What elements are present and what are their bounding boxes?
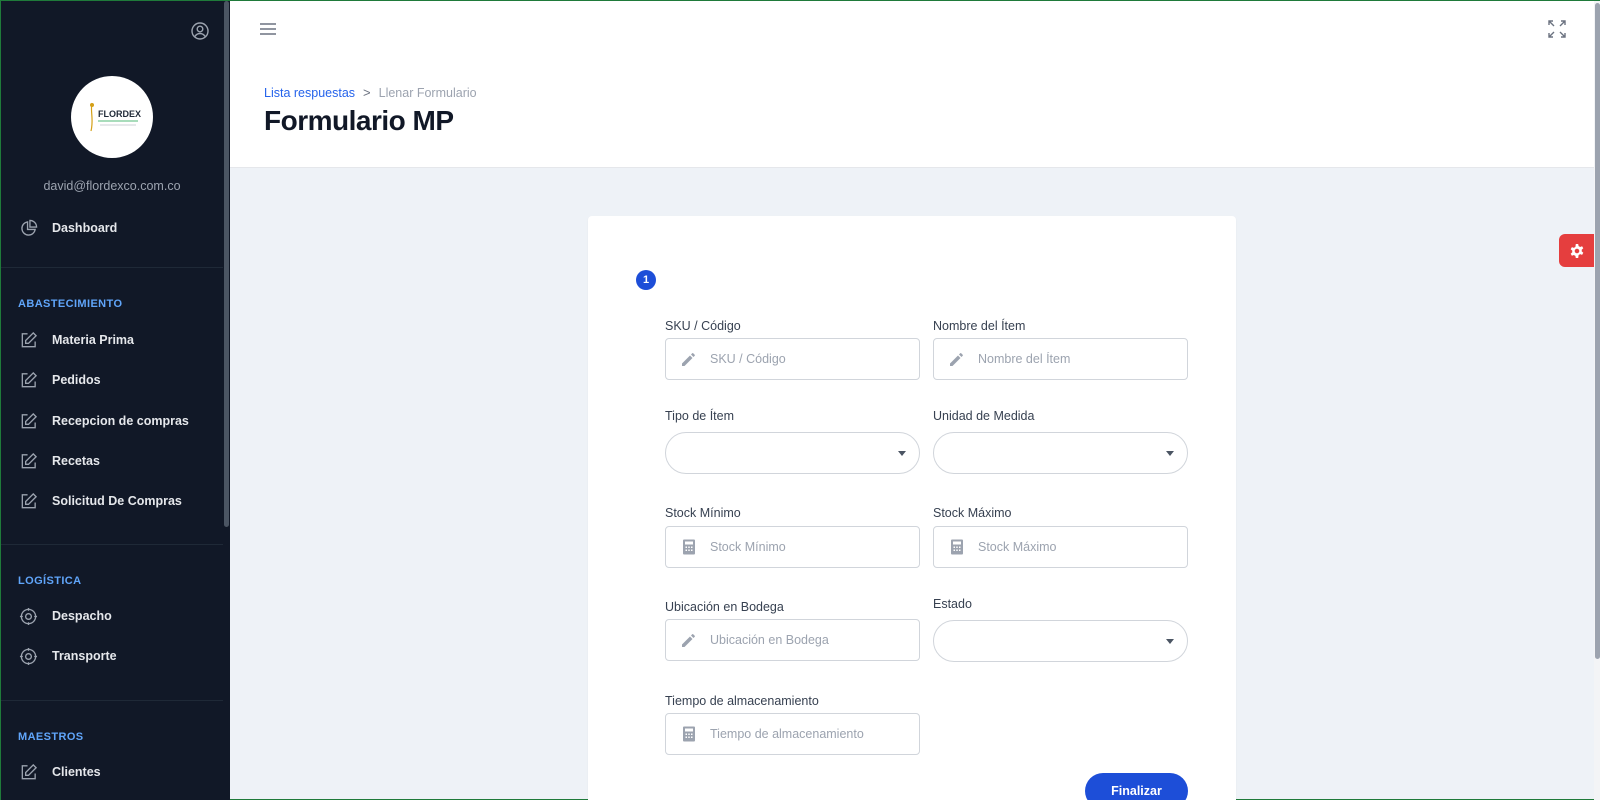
sidebar-item-despacho[interactable]: Despacho — [19, 604, 112, 628]
sku-input[interactable] — [710, 352, 910, 366]
breadcrumb-separator: > — [363, 85, 371, 100]
step-badge: 1 — [636, 270, 656, 290]
sidebar-item-label: Pedidos — [52, 373, 101, 387]
edit-square-icon — [21, 763, 38, 779]
sku-field[interactable] — [665, 338, 920, 380]
stock-min-label: Stock Mínimo — [665, 506, 741, 520]
edit-square-icon — [21, 452, 38, 468]
pencil-icon — [682, 634, 695, 647]
calculator-icon — [951, 539, 963, 555]
sidebar-item-materia-prima[interactable]: Materia Prima — [19, 328, 134, 352]
sidebar-item-label: Dashboard — [52, 221, 118, 235]
tiempo-field[interactable] — [665, 713, 920, 755]
pie-chart-icon — [21, 219, 38, 236]
calculator-icon — [683, 726, 695, 742]
sidebar-item-transporte[interactable]: Transporte — [19, 644, 117, 668]
sidebar-divider — [1, 267, 223, 268]
cog-icon — [19, 607, 38, 625]
chevron-down-icon — [898, 451, 906, 456]
pencil-icon — [950, 353, 963, 366]
chevron-down-icon — [1166, 639, 1174, 644]
edit-square-icon — [21, 331, 38, 347]
tipo-label: Tipo de Ítem — [665, 409, 735, 423]
unidad-label: Unidad de Medida — [933, 409, 1035, 423]
finalizar-button[interactable]: Finalizar — [1085, 773, 1188, 800]
sidebar-item-clientes[interactable]: Clientes — [19, 760, 101, 784]
edit-square-icon — [21, 412, 38, 428]
nombre-label: Nombre del Ítem — [933, 319, 1026, 333]
edit-square-icon — [21, 371, 38, 387]
tiempo-label: Tiempo de almacenamiento — [665, 694, 819, 708]
sidebar-divider — [1, 544, 223, 545]
form-card: 1 SKU / Código Nombre del Ítem Tipo de Í… — [588, 216, 1236, 800]
tiempo-input[interactable] — [710, 727, 910, 741]
sidebar-item-label: Clientes — [52, 765, 101, 779]
sidebar-scrollbar[interactable] — [224, 1, 229, 527]
gear-icon — [1570, 243, 1583, 258]
page-scrollbar[interactable] — [1594, 1, 1600, 800]
stock-max-input[interactable] — [978, 540, 1178, 554]
ubicacion-field[interactable] — [665, 619, 920, 661]
section-title-logistica: LOGÍSTICA — [18, 575, 82, 587]
calculator-icon — [683, 539, 695, 555]
chevron-down-icon — [1166, 451, 1174, 456]
sidebar-item-pedidos[interactable]: Pedidos — [19, 368, 101, 392]
sidebar-item-label: Recetas — [52, 454, 100, 468]
breadcrumb: Lista respuestas > Llenar Formulario — [264, 85, 477, 100]
settings-button[interactable] — [1559, 234, 1594, 267]
sidebar-item-label: Transporte — [52, 649, 117, 663]
stock-max-field[interactable] — [933, 526, 1188, 568]
sku-label: SKU / Código — [665, 319, 741, 333]
stock-min-field[interactable] — [665, 526, 920, 568]
sidebar: FLORDEX david@flordexco.com.co Dashboard… — [1, 1, 230, 800]
section-title-maestros: MAESTROS — [18, 731, 84, 743]
ubicacion-label: Ubicación en Bodega — [665, 600, 784, 614]
section-title-abastecimiento: ABASTECIMIENTO — [18, 298, 123, 310]
breadcrumb-current: Llenar Formulario — [378, 85, 477, 100]
sidebar-item-label: Materia Prima — [52, 333, 134, 347]
stock-max-label: Stock Máximo — [933, 506, 1012, 520]
company-logo: FLORDEX — [71, 76, 153, 158]
flordex-logo-icon: FLORDEX — [90, 102, 141, 132]
sidebar-item-label: Despacho — [52, 609, 112, 623]
sidebar-item-label: Solicitud De Compras — [52, 494, 182, 508]
estado-label: Estado — [933, 597, 972, 611]
sidebar-item-recepcion-compras[interactable]: Recepcion de compras — [19, 409, 189, 433]
page-header: Lista respuestas > Llenar Formulario For… — [230, 1, 1594, 168]
nombre-input[interactable] — [978, 352, 1178, 366]
edit-square-icon — [21, 492, 38, 508]
user-circle-icon[interactable] — [190, 21, 210, 41]
estado-select[interactable] — [933, 620, 1188, 662]
sidebar-item-recetas[interactable]: Recetas — [19, 449, 100, 473]
user-email: david@flordexco.com.co — [43, 179, 181, 193]
breadcrumb-link[interactable]: Lista respuestas — [264, 86, 355, 100]
sidebar-item-solicitud-compras[interactable]: Solicitud De Compras — [19, 489, 182, 513]
sidebar-divider — [1, 700, 223, 701]
stock-min-input[interactable] — [710, 540, 910, 554]
sidebar-item-label: Recepcion de compras — [52, 414, 189, 428]
nombre-field[interactable] — [933, 338, 1188, 380]
unidad-select[interactable] — [933, 432, 1188, 474]
tipo-select[interactable] — [665, 432, 920, 474]
fullscreen-icon[interactable] — [1548, 20, 1566, 38]
page-scrollbar-thumb[interactable] — [1595, 3, 1600, 659]
pencil-icon — [682, 353, 695, 366]
svg-text:FLORDEX: FLORDEX — [98, 109, 141, 119]
page-title: Formulario MP — [264, 105, 454, 136]
cog-icon — [19, 647, 38, 665]
hamburger-icon[interactable] — [259, 21, 277, 37]
sidebar-item-dashboard[interactable]: Dashboard — [19, 216, 117, 240]
ubicacion-input[interactable] — [710, 633, 910, 647]
